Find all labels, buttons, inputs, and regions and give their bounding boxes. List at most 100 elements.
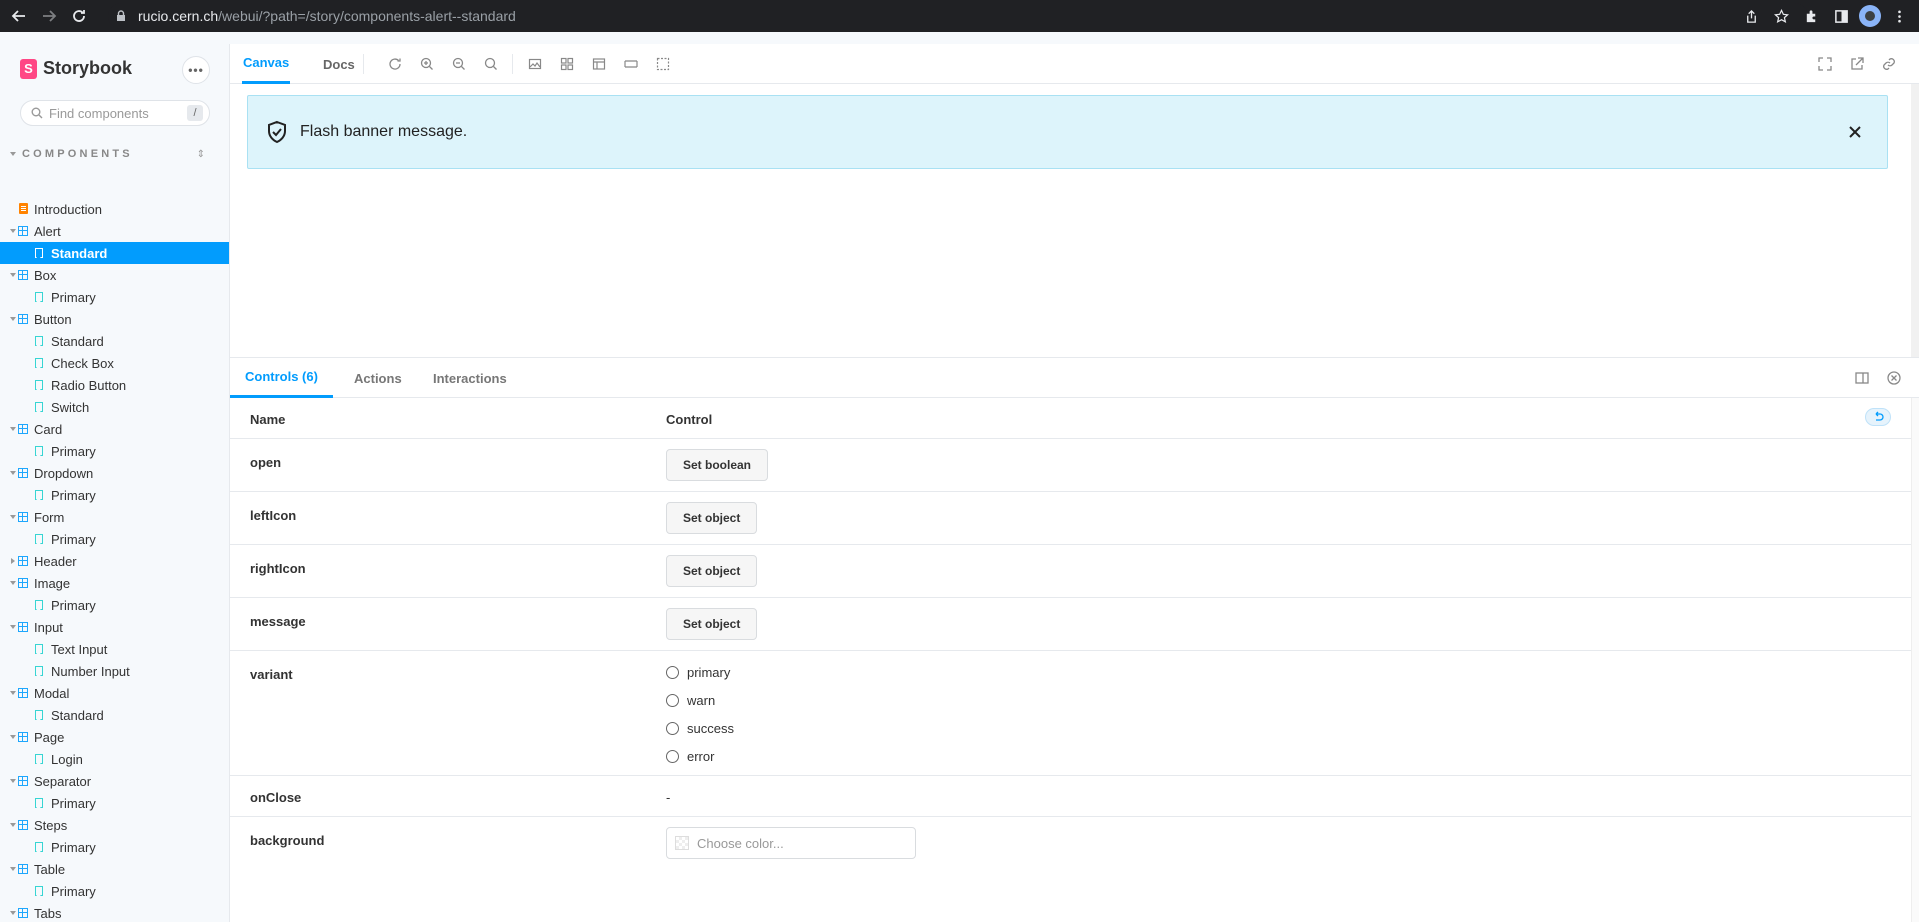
set-boolean-button[interactable]: Set boolean xyxy=(666,449,769,481)
reset-controls-button[interactable] xyxy=(1865,408,1891,426)
measure-icon[interactable] xyxy=(624,57,638,71)
sidebar-item-table[interactable]: Table xyxy=(0,858,229,880)
tab-controls[interactable]: Controls (6) xyxy=(230,358,333,398)
sidebar-item-image[interactable]: Image xyxy=(0,572,229,594)
sidebar-item-label: Alert xyxy=(34,223,61,239)
viewport-icon[interactable] xyxy=(592,57,606,71)
sidebar-story-primary[interactable]: Primary xyxy=(0,792,229,814)
component-icon xyxy=(17,423,28,434)
sidebar-item-label: Header xyxy=(34,553,77,569)
radio-warn[interactable]: warn xyxy=(666,693,715,708)
sidebar-story-primary[interactable]: Primary xyxy=(0,286,229,308)
tab-actions[interactable]: Actions xyxy=(354,358,402,398)
close-icon[interactable] xyxy=(1847,124,1863,140)
panel-orientation-icon[interactable] xyxy=(1854,370,1870,386)
sidebar-item-separator[interactable]: Separator xyxy=(0,770,229,792)
sidebar-item-card[interactable]: Card xyxy=(0,418,229,440)
bookmark-icon xyxy=(35,292,43,302)
sidebar-item-modal[interactable]: Modal xyxy=(0,682,229,704)
sidebar-story-primary[interactable]: Primary xyxy=(0,836,229,858)
address-bar[interactable]: rucio.cern.ch/webui/?path=/story/compone… xyxy=(108,3,1808,29)
reload-icon[interactable] xyxy=(68,5,90,27)
sidebar-item-alert[interactable]: Alert xyxy=(0,220,229,242)
more-menu-icon[interactable] xyxy=(1887,4,1911,28)
sidebar-item-label: Input xyxy=(34,619,63,635)
remount-icon[interactable] xyxy=(388,57,402,71)
sidebar-story-radio-button[interactable]: Radio Button xyxy=(0,374,229,396)
sidebar-story-primary[interactable]: Primary xyxy=(0,440,229,462)
color-swatch[interactable] xyxy=(675,836,689,850)
sidebar-item-box[interactable]: Box xyxy=(0,264,229,286)
sidebar-item-tabs[interactable]: Tabs xyxy=(0,902,229,922)
sidebar-item-label: Table xyxy=(34,861,66,877)
outline-icon[interactable] xyxy=(656,57,670,71)
copy-link-icon[interactable] xyxy=(1882,57,1896,71)
background-image-icon[interactable] xyxy=(528,57,542,71)
sidebar-story-login[interactable]: Login xyxy=(0,748,229,770)
sidebar-story-primary[interactable]: Primary xyxy=(0,484,229,506)
sidebar-story-primary[interactable]: Primary xyxy=(0,528,229,550)
sidebar-story-primary[interactable]: Primary xyxy=(0,594,229,616)
components-section-header[interactable]: COMPONENTS ⇕ xyxy=(0,144,229,164)
sidebar-story-check-box[interactable]: Check Box xyxy=(0,352,229,374)
search-icon xyxy=(31,107,43,119)
back-icon[interactable] xyxy=(8,5,30,27)
sidebar-item-form[interactable]: Form xyxy=(0,506,229,528)
bookmark-icon xyxy=(35,446,43,456)
sidebar-story-text-input[interactable]: Text Input xyxy=(0,638,229,660)
zoom-reset-icon[interactable] xyxy=(484,57,498,71)
open-new-tab-icon[interactable] xyxy=(1850,57,1864,71)
side-panel-icon[interactable] xyxy=(1829,4,1853,28)
tab-canvas[interactable]: Canvas xyxy=(242,44,291,84)
search-box[interactable]: / xyxy=(20,100,210,126)
component-icon xyxy=(17,313,28,324)
storybook-logo[interactable]: S Storybook xyxy=(20,58,132,79)
sidebar-item-header[interactable]: Header xyxy=(0,550,229,572)
set-object-button[interactable]: Set object xyxy=(666,608,758,640)
radio-error[interactable]: error xyxy=(666,749,714,764)
set-object-button[interactable]: Set object xyxy=(666,502,758,534)
close-panel-icon[interactable] xyxy=(1886,370,1902,386)
sidebar-item-label: Standard xyxy=(51,333,104,349)
component-icon xyxy=(17,687,28,698)
grid-icon[interactable] xyxy=(560,57,574,71)
control-row-variant: variant primary warn success error xyxy=(230,651,1911,776)
radio-success[interactable]: success xyxy=(666,721,734,736)
sidebar-story-standard[interactable]: Standard xyxy=(0,242,229,264)
sidebar-item-dropdown[interactable]: Dropdown xyxy=(0,462,229,484)
sidebar-menu-button[interactable]: ••• xyxy=(182,56,210,84)
fullscreen-icon[interactable] xyxy=(1818,57,1832,71)
expand-collapse-icon[interactable]: ⇕ xyxy=(197,149,205,160)
zoom-out-icon[interactable] xyxy=(452,57,466,71)
search-input[interactable] xyxy=(49,105,179,121)
sidebar-item-input[interactable]: Input xyxy=(0,616,229,638)
sidebar-item-steps[interactable]: Steps xyxy=(0,814,229,836)
sidebar-story-standard[interactable]: Standard xyxy=(0,330,229,352)
sidebar-item-label: Primary xyxy=(51,289,96,305)
tab-docs[interactable]: Docs xyxy=(323,44,355,84)
chevron-down-icon xyxy=(10,152,16,156)
addons-scrollbar[interactable] xyxy=(1911,398,1919,922)
sidebar-story-primary[interactable]: Primary xyxy=(0,880,229,902)
sidebar-item-button[interactable]: Button xyxy=(0,308,229,330)
component-icon xyxy=(17,269,28,280)
profile-avatar[interactable] xyxy=(1859,5,1881,27)
sidebar-story-number-input[interactable]: Number Input xyxy=(0,660,229,682)
prop-name: message xyxy=(250,614,306,629)
forward-icon[interactable] xyxy=(38,5,60,27)
sidebar-story-switch[interactable]: Switch xyxy=(0,396,229,418)
radio-primary[interactable]: primary xyxy=(666,665,730,680)
sidebar-story-standard[interactable]: Standard xyxy=(0,704,229,726)
tab-interactions[interactable]: Interactions xyxy=(433,358,507,398)
sidebar-item-page[interactable]: Page xyxy=(0,726,229,748)
sidebar-item-introduction[interactable]: Introduction xyxy=(0,198,229,220)
zoom-in-icon[interactable] xyxy=(420,57,434,71)
color-picker-input[interactable]: Choose color... xyxy=(666,827,916,859)
share-icon[interactable] xyxy=(1739,4,1763,28)
set-object-button[interactable]: Set object xyxy=(666,555,758,587)
extensions-icon[interactable] xyxy=(1799,4,1823,28)
canvas-scrollbar[interactable] xyxy=(1911,84,1919,398)
bookmark-icon xyxy=(35,644,43,654)
bookmark-star-icon[interactable] xyxy=(1769,4,1793,28)
chevron-down-icon xyxy=(10,317,16,321)
